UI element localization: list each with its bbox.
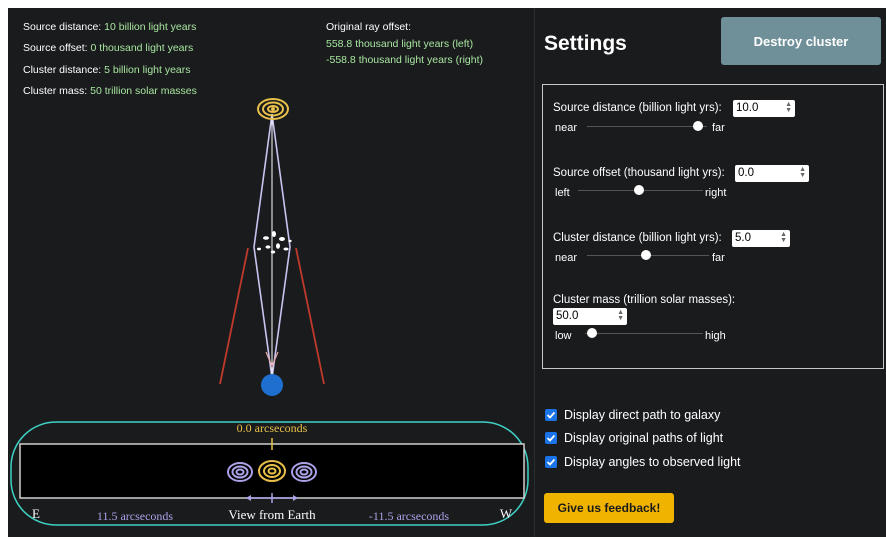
spinner-icon[interactable]: ▲ ▼ <box>799 166 806 179</box>
source-distance-input[interactable]: 10.0 ▲ ▼ <box>733 100 795 117</box>
parameter-controls: Source distance (billion light yrs): 10.… <box>542 84 884 369</box>
spinner-icon[interactable]: ▲ ▼ <box>785 101 792 114</box>
source-offset-input[interactable]: 0.0 ▲ ▼ <box>735 165 809 182</box>
direct-path-option-label[interactable]: Display direct path to galaxy <box>564 408 720 422</box>
cluster-distance-input-value: 5.0 <box>735 232 751 244</box>
cluster-mass-high-label: high <box>705 330 726 342</box>
cluster-mass-label: Cluster mass (trillion solar masses): <box>553 294 736 306</box>
earth-icon <box>261 374 283 396</box>
east-label: E <box>32 506 40 521</box>
sky-view-box <box>19 443 525 499</box>
cluster-mass-slider-track[interactable] <box>585 333 703 334</box>
center-angle-label: 0.0 arcseconds <box>237 421 308 435</box>
cluster-mass-slider-knob[interactable] <box>587 328 597 338</box>
destroy-cluster-button[interactable]: Destroy cluster <box>721 17 881 65</box>
observed-angle-right-line <box>295 247 325 385</box>
cluster-mass-input-value: 50.0 <box>556 310 579 322</box>
source-distance-input-value: 10.0 <box>736 102 759 114</box>
cluster-distance-input[interactable]: 5.0 ▲ ▼ <box>732 230 790 247</box>
source-distance-slider-track[interactable] <box>587 126 707 127</box>
view-caption: View from Earth <box>228 507 316 522</box>
light-path-right <box>271 113 291 379</box>
cluster-distance-low-label: near <box>555 252 578 264</box>
source-distance-slider-knob[interactable] <box>693 121 703 131</box>
observed-angles-checkbox[interactable] <box>545 456 557 468</box>
checkmark-icon <box>546 458 556 466</box>
source-offset-high-label: right <box>705 187 727 199</box>
right-angle-label: -11.5 arcseconds <box>369 509 450 523</box>
original-paths-option-label[interactable]: Display original paths of light <box>564 431 723 445</box>
source-offset-slider-knob[interactable] <box>634 185 644 195</box>
source-offset-input-value: 0.0 <box>738 167 754 179</box>
observed-angle-left-line <box>219 247 249 385</box>
settings-panel: Settings Destroy cluster Source distance… <box>534 8 886 537</box>
direct-path-checkbox[interactable] <box>545 409 557 421</box>
source-distance-high-label: far <box>712 122 725 134</box>
spinner-icon[interactable]: ▲ ▼ <box>780 231 787 244</box>
left-angle-label: 11.5 arcseconds <box>97 509 174 523</box>
settings-title: Settings <box>544 32 627 55</box>
source-offset-low-label: left <box>555 187 570 199</box>
cluster-mass-low-label: low <box>555 330 572 342</box>
cluster-distance-label: Cluster distance (billion light yrs): <box>553 232 722 244</box>
source-distance-low-label: near <box>555 122 578 134</box>
source-galaxy-icon <box>257 98 289 120</box>
source-offset-label: Source offset (thousand light yrs): <box>553 167 725 179</box>
lensing-diagram: 0.0 arcseconds 11.5 arcseconds -11.5 arc… <box>10 98 529 526</box>
galaxy-cluster-icon <box>257 231 292 254</box>
app-window: Source distance: 10 billion light years … <box>8 8 886 537</box>
cluster-distance-slider-knob[interactable] <box>641 250 651 260</box>
west-label: W <box>500 506 513 521</box>
cluster-distance-high-label: far <box>712 252 725 264</box>
feedback-button[interactable]: Give us feedback! <box>544 493 674 523</box>
lensing-visualization: Source distance: 10 billion light years … <box>8 8 532 537</box>
spinner-icon[interactable]: ▲ ▼ <box>617 309 624 322</box>
cluster-mass-input[interactable]: 50.0 ▲ ▼ <box>553 308 627 325</box>
checkmark-icon <box>546 434 556 442</box>
checkmark-icon <box>546 411 556 419</box>
observed-angles-option-label[interactable]: Display angles to observed light <box>564 455 741 469</box>
source-distance-label: Source distance (billion light yrs): <box>553 102 722 114</box>
original-paths-checkbox[interactable] <box>545 432 557 444</box>
